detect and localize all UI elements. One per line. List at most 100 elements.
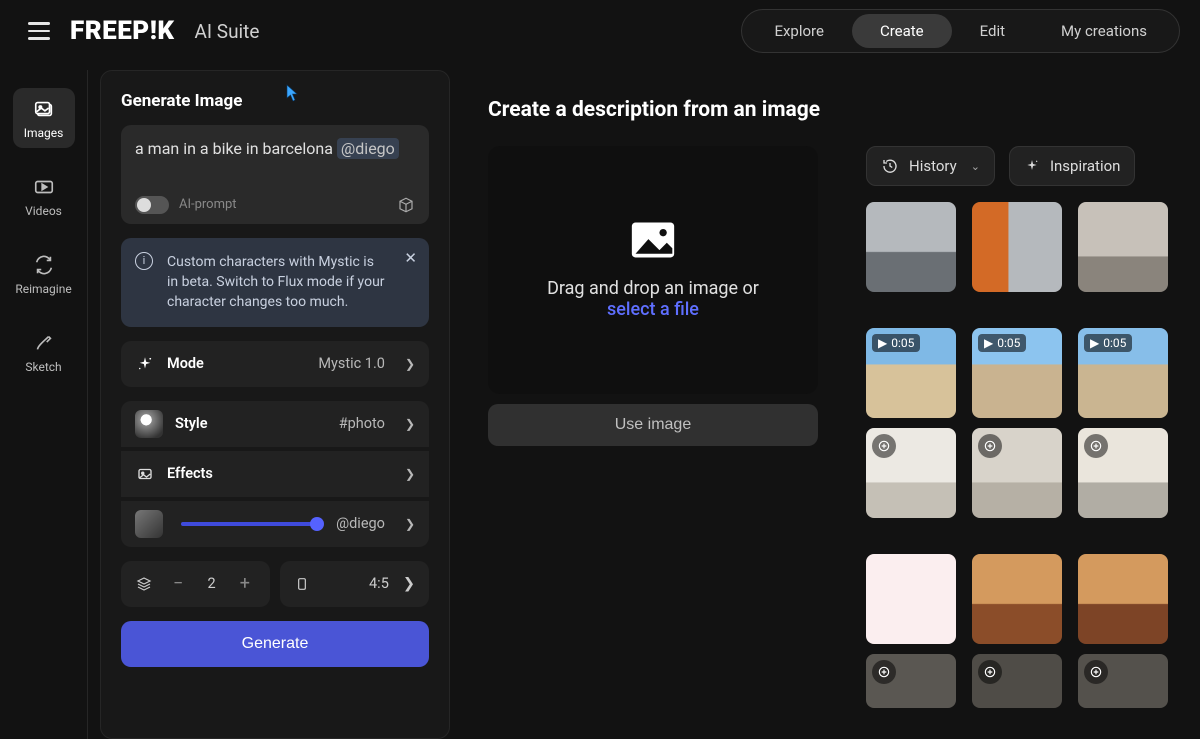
prompt-box[interactable]: a man in a bike in barcelona @diego AI-p… [121,125,429,224]
prompt-text-body: a man in a bike in barcelona [135,139,337,158]
inspiration-button[interactable]: Inspiration [1009,146,1136,186]
setting-effects[interactable]: Effects ❯ [121,451,429,497]
gallery-group-4 [866,654,1200,708]
images-icon [33,98,55,120]
content-area: Create a description from an image Drag … [458,70,1200,739]
videos-icon [33,176,55,198]
gallery-thumb[interactable] [972,428,1062,518]
chevron-right-icon: ❯ [405,467,415,481]
gallery-group-3 [866,554,1200,644]
gallery-thumb[interactable] [1078,654,1168,708]
style-label: Style [175,415,208,432]
gallery-thumb[interactable] [866,202,956,292]
rail-images[interactable]: Images [13,88,75,148]
sparkle-icon [135,354,155,374]
rail-reimagine[interactable]: Reimagine [13,244,75,304]
notice-text: Custom characters with Mystic is in beta… [167,254,385,311]
chevron-down-icon: ⌄ [971,160,980,173]
video-duration: ▶ 0:05 [872,334,920,352]
gallery: History ⌄ Inspiration ▶ 0:05 [866,146,1200,739]
aspect-box[interactable]: 4:5 ❯ [280,561,429,607]
setting-mode[interactable]: Mode Mystic 1.0 ❯ [121,341,429,387]
character-strength-slider[interactable] [181,522,318,526]
reimagine-icon [33,254,55,276]
left-rail: Images Videos Reimagine Sketch [0,70,88,739]
gallery-thumb[interactable] [1078,202,1168,292]
inspiration-label: Inspiration [1050,157,1121,175]
gallery-thumb[interactable] [1078,428,1168,518]
setting-character[interactable]: @diego ❯ [121,501,429,547]
rail-videos-label: Videos [25,204,62,218]
roll-icon [872,660,896,684]
beta-notice: i Custom characters with Mystic is in be… [121,238,429,327]
effects-label: Effects [167,465,213,482]
prompt-mention: @diego [337,138,399,159]
roll-icon [978,660,1002,684]
notice-close[interactable]: ✕ [404,248,417,270]
gallery-thumb-video[interactable]: ▶ 0:05 [1078,328,1168,418]
setting-style[interactable]: Style #photo ❯ [121,401,429,447]
gallery-thumb[interactable] [866,554,956,644]
logo: FREEP!K [70,16,175,46]
effects-icon [135,464,155,484]
dropzone-text: Drag and drop an image or [547,278,759,299]
count-increase[interactable]: + [234,573,256,594]
main: Images Videos Reimagine Sketch Generate … [0,62,1200,739]
image-icon [630,220,676,260]
history-dropdown[interactable]: History ⌄ [866,146,995,186]
panel-title: Generate Image [121,91,429,111]
aspect-value: 4:5 [369,575,389,592]
chevron-right-icon: ❯ [403,575,415,592]
gallery-thumb[interactable] [1078,554,1168,644]
count-decrease[interactable]: − [167,573,189,594]
prompt-text[interactable]: a man in a bike in barcelona @diego [135,139,415,160]
use-image-button[interactable]: Use image [488,404,818,446]
gallery-thumb[interactable] [972,554,1062,644]
cube-icon[interactable] [397,196,415,214]
rail-videos[interactable]: Videos [13,166,75,226]
roll-icon [872,434,896,458]
gallery-thumb-video[interactable]: ▶ 0:05 [972,328,1062,418]
generate-button[interactable]: Generate [121,621,429,667]
top-nav: Explore Create Edit My creations [741,9,1180,53]
layers-icon [135,575,153,593]
gallery-group-2a: ▶ 0:05 ▶ 0:05 ▶ 0:05 [866,328,1200,418]
video-duration: ▶ 0:05 [978,334,1026,352]
count-box: − 2 + [121,561,270,607]
aspect-icon [294,575,310,593]
gallery-thumb[interactable] [972,654,1062,708]
chevron-right-icon: ❯ [405,517,415,531]
content-heading: Create a description from an image [488,98,1200,122]
history-icon [881,157,899,175]
rail-reimagine-label: Reimagine [15,282,71,296]
nav-create[interactable]: Create [852,14,952,48]
menu-icon[interactable] [28,22,50,40]
image-dropzone[interactable]: Drag and drop an image or select a file [488,146,818,394]
generate-panel: Generate Image a man in a bike in barcel… [100,70,450,739]
gallery-group-2b [866,428,1200,518]
mode-label: Mode [167,355,204,372]
nav-explore[interactable]: Explore [746,14,852,48]
nav-my-creations[interactable]: My creations [1033,14,1175,48]
gallery-thumb[interactable] [866,428,956,518]
character-thumb [135,510,163,538]
roll-icon [978,434,1002,458]
select-file-link[interactable]: select a file [547,299,759,320]
sketch-icon [33,332,55,354]
sparkle-icon [1024,158,1040,174]
chevron-right-icon: ❯ [405,417,415,431]
character-name: @diego [336,515,385,532]
nav-edit[interactable]: Edit [952,14,1033,48]
roll-icon [1084,660,1108,684]
ai-prompt-toggle[interactable] [135,196,169,214]
gallery-thumb[interactable] [866,654,956,708]
mode-value: Mystic 1.0 [318,355,385,372]
gallery-thumb-video[interactable]: ▶ 0:05 [866,328,956,418]
chevron-right-icon: ❯ [405,357,415,371]
video-duration: ▶ 0:05 [1084,334,1132,352]
suite-label: AI Suite [195,20,260,43]
ai-prompt-label: AI-prompt [179,197,237,212]
rail-sketch[interactable]: Sketch [13,322,75,382]
gallery-thumb[interactable] [972,202,1062,292]
app-header: FREEP!K AI Suite Explore Create Edit My … [0,0,1200,62]
